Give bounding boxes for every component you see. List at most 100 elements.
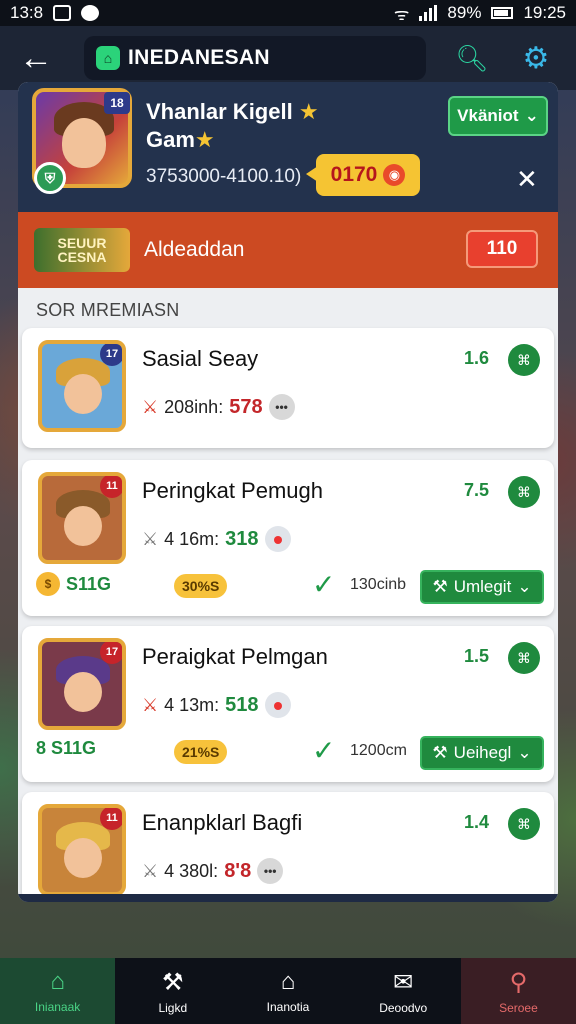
status-bar: 13:8 ᯤ 89% 19:25: [0, 0, 576, 26]
gamepad-icon: ⌘: [517, 815, 531, 832]
card-title: Enanpklarl Bagfi: [142, 810, 303, 835]
card-score: 7.5: [464, 480, 490, 500]
home-icon: ⌂: [50, 968, 65, 995]
player-name: Vhanlar Kigell ★ Gam★: [146, 98, 319, 154]
gamepad-button[interactable]: ⌘: [508, 808, 540, 840]
card-score: 1.4: [464, 812, 490, 832]
nav-item-home[interactable]: ⌂ Inianaak: [0, 958, 116, 1024]
check-icon: ✓: [312, 735, 336, 766]
card-meta: ⚔ 208inh: 578 •••: [142, 394, 295, 420]
meta-value: 578: [229, 395, 263, 418]
screenshot-icon: [53, 5, 72, 21]
close-button[interactable]: ✕: [516, 164, 538, 195]
store-icon: ⌂: [280, 968, 296, 995]
nav-label: Inanotia: [266, 1000, 310, 1014]
coin-level: $ S11G: [36, 572, 111, 596]
thumb-tag: 17: [100, 344, 122, 366]
player-name-line2: Gam: [146, 127, 195, 152]
card-thumbnail: 17: [38, 340, 126, 432]
gamepad-icon: ⌘: [517, 649, 531, 666]
banner-badge[interactable]: 110: [466, 230, 538, 268]
thumb-face: [64, 838, 102, 878]
gold-pill: 21%S: [174, 740, 228, 764]
card-title: Sasial Seay: [142, 346, 259, 371]
nav-label: Inianaak: [34, 1000, 81, 1014]
event-banner[interactable]: SEUUR CESNA Aldeaddan 110: [18, 212, 558, 288]
more-icon[interactable]: •••: [268, 394, 295, 420]
chevron-down-icon: ⌄: [517, 577, 532, 596]
thumb-face: [64, 374, 102, 414]
main-panel: 18 ⛨ Vhanlar Kigell ★ Gam★ 3753000-4100.…: [18, 82, 558, 902]
nav-item-light[interactable]: ⚒ Ligkd: [115, 958, 230, 1024]
close-icon: ✕: [516, 164, 538, 194]
hammer-icon: ⚒: [432, 743, 448, 762]
more-icon[interactable]: •••: [257, 858, 284, 884]
nav-label: Deoodvo: [379, 1000, 428, 1015]
star-icon: ★: [194, 127, 215, 152]
panel-toolbar: ⌂ ☺ ✎ ⑁ ▤ ⚲: [18, 894, 558, 902]
banner-title: Aldeaddan: [144, 238, 245, 261]
rank-icon: ⛨: [34, 162, 66, 194]
coin-level: 8 S11G: [36, 738, 96, 759]
sword-icon: ⚔: [142, 860, 159, 881]
list-item[interactable]: 17 Sasial Seay 1.6 ⌘ ⚔ 208inh: 578 •••: [22, 328, 554, 448]
upgrade-label: Umlegit: [453, 577, 512, 596]
card-score: 1.6: [464, 348, 490, 368]
profile-action-label: Vkäniot: [457, 106, 519, 125]
gold-pill: 30%S: [174, 574, 228, 598]
gear-icon: ⚙: [522, 41, 550, 75]
coin-value: 0170: [330, 163, 378, 186]
notification-icon: [81, 5, 100, 21]
duration-text: 130cinb: [350, 576, 407, 593]
gamepad-button[interactable]: ⌘: [508, 642, 540, 674]
nav-item-store[interactable]: ⌂ Inanotia: [230, 958, 345, 1024]
search-icon: 🔍︎: [455, 42, 489, 73]
title-pill: ⌂ INEDANESAN: [84, 36, 426, 80]
back-button[interactable]: ←: [0, 26, 72, 90]
sword-icon: ⚔: [142, 528, 159, 549]
gamepad-button[interactable]: ⌘: [508, 476, 540, 508]
pet-face-icon: [264, 692, 291, 718]
coin-level-value: 8 S11G: [36, 738, 97, 758]
card-meta: ⚔ 4 16m: 318: [142, 526, 291, 552]
thumb-tag: 11: [100, 808, 122, 830]
coin-icon: $: [36, 572, 60, 596]
hammer-icon: ⚒: [162, 968, 184, 996]
star-icon: ★: [298, 99, 319, 124]
level-badge: 18: [104, 92, 130, 114]
app-bar: ← ⌂ INEDANESAN 🔍︎ ⚙: [0, 26, 576, 90]
meta-value: 318: [225, 527, 259, 550]
upgrade-button[interactable]: ⚒ Umlegit ⌄: [420, 570, 544, 604]
pet-face-icon: [264, 526, 291, 552]
profile-action-button[interactable]: Vkäniot ⌄: [448, 96, 548, 136]
sword-icon: ⚔: [142, 396, 159, 417]
card-title: Peraigkat Pelmgan: [142, 644, 328, 669]
thumb-face: [64, 672, 102, 712]
list-item[interactable]: 11 Peringkat Pemugh 7.5 ⌘ ⚔ 4 16m: 318 $…: [22, 460, 554, 616]
check-icon: ✓: [312, 569, 336, 600]
chevron-down-icon: ⌄: [517, 743, 532, 762]
thumb-tag: 17: [100, 642, 122, 664]
settings-button[interactable]: ⚙: [516, 38, 556, 78]
thumb-tag: 11: [100, 476, 122, 498]
wifi-icon: ᯤ: [393, 4, 410, 24]
gamepad-icon: ⌘: [517, 351, 531, 368]
chevron-down-icon: ⌄: [524, 106, 539, 125]
meta-value: 8'8: [224, 859, 252, 882]
list-item[interactable]: 17 Peraigkat Pelmgan 1.5 ⌘ ⚔ 4 13m: 518 …: [22, 626, 554, 782]
nav-item-search[interactable]: ⚲ Seroee: [460, 958, 576, 1024]
nav-label: Ligkd: [158, 1000, 188, 1015]
nav-item-inbox[interactable]: ✉ Deoodvo: [346, 958, 461, 1024]
list-item[interactable]: 11 Enanpklarl Bagfi 1.4 ⌘ ⚔ 4 380l: 8'8 …: [22, 792, 554, 902]
card-thumbnail: 11: [38, 804, 126, 896]
upgrade-button[interactable]: ⚒ Ueihegl ⌄: [420, 736, 544, 770]
avatar-face: [62, 118, 106, 168]
coin-bubble[interactable]: 0170 ◉: [306, 154, 420, 196]
app-title: INEDANESAN: [128, 46, 270, 69]
card-meta: ⚔ 4 380l: 8'8 •••: [142, 858, 284, 884]
shield-logo-icon: ⌂: [96, 46, 120, 70]
search-button[interactable]: 🔍︎: [452, 38, 492, 78]
player-stats: 3753000-4100.10): [146, 166, 302, 187]
upgrade-label: Ueihegl: [453, 743, 512, 762]
gamepad-button[interactable]: ⌘: [508, 344, 540, 376]
